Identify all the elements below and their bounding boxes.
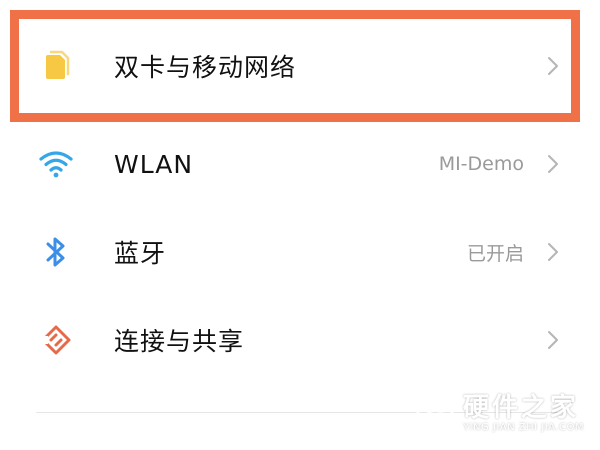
- settings-item-wlan[interactable]: WLAN MI-Demo: [0, 120, 600, 208]
- bluetooth-icon: [36, 232, 76, 272]
- settings-item-value: MI-Demo: [438, 153, 524, 175]
- sim-card-icon: [36, 46, 76, 86]
- settings-item-label: 蓝牙: [114, 239, 167, 268]
- chevron-right-icon: [542, 329, 564, 351]
- settings-item-label: WLAN: [114, 149, 194, 179]
- settings-item-label: 双卡与移动网络: [114, 53, 297, 82]
- settings-item-bluetooth[interactable]: 蓝牙 已开启: [0, 208, 600, 296]
- chevron-right-icon: [542, 55, 564, 77]
- settings-item-dual-sim[interactable]: 双卡与移动网络: [0, 22, 600, 110]
- wifi-icon: [36, 144, 76, 184]
- watermark: 硬件之家 YING JIAN ZHI JIA.COM: [415, 390, 584, 438]
- settings-item-value: 已开启: [466, 242, 524, 265]
- watermark-title: 硬件之家: [462, 393, 579, 423]
- settings-item-label: 连接与共享: [114, 327, 245, 356]
- settings-item-connection-sharing[interactable]: 连接与共享: [0, 296, 600, 384]
- connection-share-icon: [36, 320, 76, 360]
- chevron-right-icon: [542, 153, 564, 175]
- settings-screen: 双卡与移动网络 WLAN MI-Demo 蓝牙 已开启 连接与共享 硬件之家 Y…: [0, 0, 600, 450]
- watermark-subtitle: YING JIAN ZHI JIA.COM: [462, 422, 584, 433]
- watermark-logo-icon: [415, 390, 455, 438]
- chevron-right-icon: [542, 241, 564, 263]
